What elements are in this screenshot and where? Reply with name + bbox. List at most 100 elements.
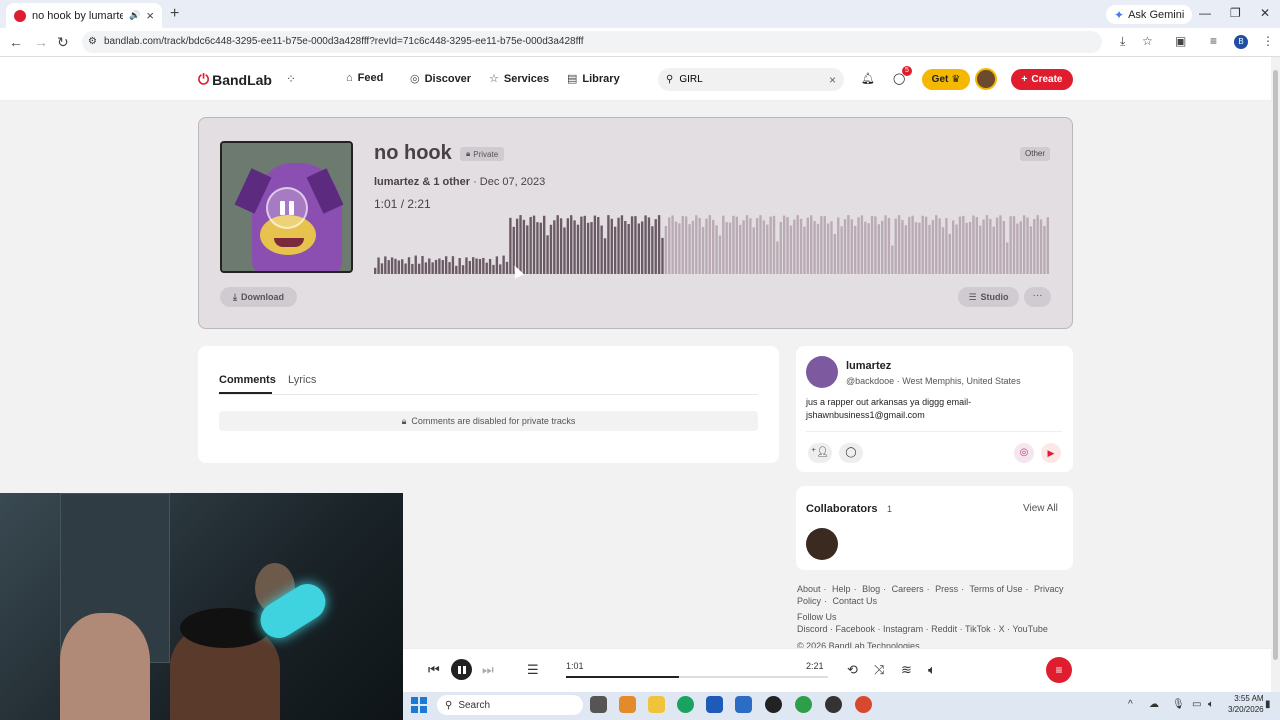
back-icon[interactable]: ←: [9, 34, 23, 50]
waveform-bar: [380, 263, 384, 274]
app-icon[interactable]: [825, 696, 842, 713]
footer-link-contact[interactable]: Contact Us: [833, 596, 878, 606]
network-icon[interactable]: ▭: [1192, 699, 1201, 710]
install-app-icon[interactable]: ⤓: [1120, 34, 1125, 49]
nav-services[interactable]: ☆ Services: [489, 72, 549, 86]
ask-gemini-button[interactable]: ✦ Ask Gemini: [1106, 5, 1193, 24]
studio-button[interactable]: ☰ Studio: [958, 287, 1019, 307]
extensions-icon[interactable]: ▣: [1175, 34, 1186, 48]
browser-profile-avatar[interactable]: B: [1234, 35, 1248, 49]
create-button[interactable]: + Create: [1011, 69, 1073, 90]
waveform-bar: [816, 223, 820, 274]
url-field[interactable]: ⚙ bandlab.com/track/bdc6c448-3295-ee11-b…: [82, 31, 1102, 53]
waveform-bar: [850, 219, 853, 274]
instagram-icon[interactable]: ◎: [1014, 443, 1034, 463]
minimize-button[interactable]: —: [1199, 6, 1211, 20]
clear-search-icon[interactable]: ×: [829, 73, 836, 87]
artist-link[interactable]: lumartez: [374, 176, 419, 188]
taskbar-search[interactable]: ⚲ Search: [437, 695, 583, 715]
nav-feed[interactable]: ⌂ Feed: [346, 72, 383, 84]
tab-search-icon[interactable]: ≡: [1210, 34, 1217, 48]
tray-chevron-icon[interactable]: ^: [1128, 699, 1133, 710]
tab-comments[interactable]: Comments: [219, 374, 276, 386]
queue-icon[interactable]: ☰: [527, 662, 539, 678]
waveform-bar: [455, 265, 458, 274]
reload-icon[interactable]: ↻: [57, 34, 69, 51]
search-input[interactable]: [679, 74, 823, 85]
get-membership-button[interactable]: Get ♛: [922, 69, 970, 90]
browser-menu-icon[interactable]: ⋮: [1262, 34, 1274, 48]
artist-name[interactable]: lumartez: [846, 360, 891, 372]
edge-icon[interactable]: [677, 696, 694, 713]
other-artists-link[interactable]: & 1 other: [422, 176, 470, 188]
windows-start-icon[interactable]: [411, 697, 427, 713]
bandlab-logo-icon: ⏻: [198, 71, 210, 87]
footer-link-blog[interactable]: Blog: [862, 584, 880, 594]
social-link-youtube[interactable]: YouTube: [1012, 624, 1047, 634]
page-scrollbar-thumb[interactable]: [1273, 70, 1278, 660]
repeat-icon[interactable]: ⟲: [847, 662, 858, 678]
chrome-profile-icon[interactable]: [855, 696, 872, 713]
volume-icon[interactable]: 🔈︎: [928, 662, 936, 678]
social-link-instagram[interactable]: Instagram: [883, 624, 923, 634]
forward-icon[interactable]: →: [34, 34, 48, 50]
previous-track-icon[interactable]: ⏮: [428, 662, 440, 678]
taskbar-clock[interactable]: 3:55 AM 3/20/2026: [1228, 693, 1264, 715]
onedrive-icon[interactable]: ☁: [1149, 699, 1159, 710]
microphone-icon[interactable]: 🎙︎: [1172, 699, 1185, 710]
shuffle-icon[interactable]: ⤨: [874, 662, 884, 678]
footer-link-about[interactable]: About: [797, 584, 821, 594]
browser-tab[interactable]: no hook by lumartez | Band 🔊 ×: [6, 3, 162, 28]
notifications-bell-icon[interactable]: 🔔︎: [861, 72, 875, 85]
waveform-bar: [647, 217, 651, 274]
nav-discover[interactable]: ◎ Discover: [410, 72, 471, 86]
view-all-link[interactable]: View All: [1023, 503, 1058, 514]
cover-pause-icon[interactable]: [266, 187, 308, 229]
collaborator-avatar[interactable]: [806, 528, 838, 560]
genre-badge[interactable]: Other: [1020, 147, 1051, 161]
close-tab-icon[interactable]: ×: [146, 8, 154, 23]
user-avatar[interactable]: [975, 68, 997, 90]
download-button[interactable]: ⤓ Download: [220, 287, 297, 307]
waveform-bar: [701, 226, 705, 274]
autoplay-icon[interactable]: ≋: [901, 662, 912, 678]
site-info-icon[interactable]: ⚙: [88, 31, 97, 53]
message-user-icon[interactable]: ◯: [839, 443, 863, 463]
notifications-icon[interactable]: ▮: [1265, 699, 1271, 710]
track-cover-art[interactable]: [220, 141, 353, 273]
social-link-reddit[interactable]: Reddit: [931, 624, 957, 634]
waveform[interactable]: [374, 212, 1050, 274]
chrome-icon[interactable]: [795, 696, 812, 713]
copilot-icon[interactable]: [619, 696, 636, 713]
social-link-tiktok[interactable]: TikTok: [965, 624, 991, 634]
chatgpt-icon[interactable]: [765, 696, 782, 713]
social-link-facebook[interactable]: Facebook: [836, 624, 876, 634]
player-pause-button[interactable]: [451, 659, 472, 680]
store-icon[interactable]: [706, 696, 723, 713]
footer-link-terms[interactable]: Terms of Use: [970, 584, 1023, 594]
footer-link-press[interactable]: Press: [935, 584, 958, 594]
tab-lyrics[interactable]: Lyrics: [288, 374, 316, 386]
next-track-icon[interactable]: ⏭: [482, 662, 494, 678]
nav-library[interactable]: ▤ Library: [567, 72, 620, 86]
footer-link-help[interactable]: Help: [832, 584, 851, 594]
apps-grid-icon[interactable]: ⁘: [286, 72, 296, 86]
speaker-icon[interactable]: 🔈︎: [1208, 699, 1214, 710]
bandlab-logo[interactable]: ⏻ BandLab: [198, 71, 272, 88]
player-menu-button[interactable]: ≡: [1046, 657, 1072, 683]
task-view-icon[interactable]: [590, 696, 607, 713]
file-explorer-icon[interactable]: [648, 696, 665, 713]
waveform-bar: [688, 224, 691, 274]
maximize-button[interactable]: ❐: [1230, 6, 1241, 20]
new-tab-button[interactable]: +: [170, 5, 179, 23]
more-options-button[interactable]: ···: [1024, 287, 1051, 307]
footer-link-careers[interactable]: Careers: [892, 584, 924, 594]
bookmark-star-icon[interactable]: ☆: [1142, 34, 1153, 48]
youtube-icon[interactable]: ▶: [1041, 443, 1061, 463]
artist-avatar[interactable]: [806, 356, 838, 388]
social-link-discord[interactable]: Discord: [797, 624, 828, 634]
follow-user-icon[interactable]: ⁺👤︎: [808, 443, 832, 463]
speaker-icon[interactable]: 🔊: [129, 10, 140, 21]
close-window-button[interactable]: ✕: [1260, 6, 1270, 20]
mail-icon[interactable]: [735, 696, 752, 713]
